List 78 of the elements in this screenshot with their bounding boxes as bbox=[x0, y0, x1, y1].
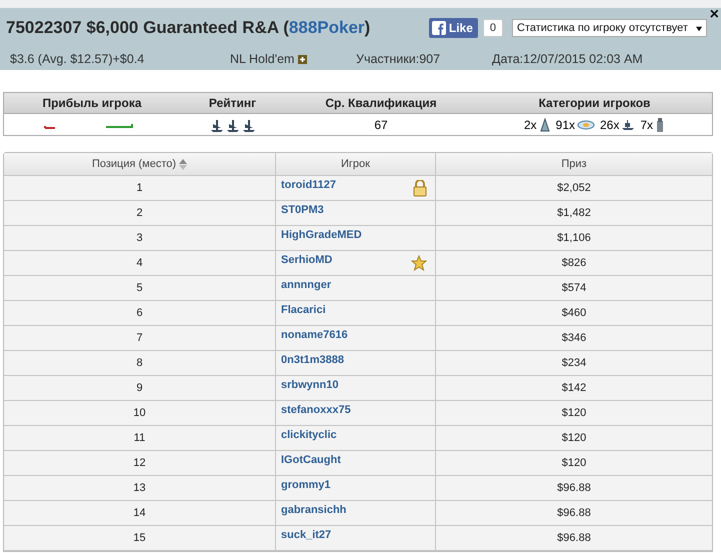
player-link[interactable]: ST0PM3 bbox=[281, 204, 324, 216]
position-cell: 9 bbox=[136, 382, 143, 394]
ship-icon bbox=[621, 118, 636, 130]
dropdown-arrow-icon bbox=[696, 25, 702, 33]
prize-cell: $120 bbox=[562, 432, 586, 444]
player-link[interactable]: toroid1127 bbox=[281, 179, 336, 191]
position-cell: 7 bbox=[136, 332, 143, 344]
date-text: Дата:12/07/2015 02:03 AM bbox=[492, 52, 644, 66]
summary-header: Ср. Квалификация bbox=[324, 96, 438, 110]
category-count: 2x bbox=[524, 118, 537, 132]
prize-cell: $142 bbox=[562, 382, 586, 394]
position-cell: 4 bbox=[136, 257, 143, 269]
position-cell: 6 bbox=[136, 307, 143, 319]
category-count: 91x bbox=[556, 118, 575, 132]
buy-in-text: $3.6 (Avg. $12.57)+$0.4 bbox=[10, 52, 146, 66]
position-cell: 13 bbox=[133, 482, 146, 494]
position-cell: 5 bbox=[136, 282, 143, 294]
lock-icon bbox=[413, 180, 427, 196]
column-header: Игрок bbox=[341, 158, 370, 170]
stats-dropdown[interactable]: Статистика по игроку отсутствует bbox=[512, 19, 707, 37]
prize-cell: $574 bbox=[562, 282, 586, 294]
participants-text: Участники:907 bbox=[356, 52, 442, 66]
column-header[interactable]: Позиция (место) bbox=[92, 158, 188, 170]
player-link[interactable]: stefanoxxx75 bbox=[281, 404, 351, 416]
qualification-value: 67 bbox=[373, 118, 389, 132]
player-link[interactable]: HighGradeMED bbox=[281, 229, 362, 241]
shark-fin-icon bbox=[538, 118, 551, 132]
rating-ships-drawing bbox=[210, 118, 256, 132]
game-type-text: NL Hold'em bbox=[230, 52, 294, 66]
player-link[interactable]: Flacarici bbox=[281, 304, 326, 316]
position-cell: 12 bbox=[133, 457, 146, 469]
player-link[interactable]: gabransichh bbox=[281, 504, 346, 516]
prize-cell: $2,052 bbox=[557, 182, 591, 194]
prize-cell: $96.88 bbox=[557, 482, 591, 494]
player-link[interactable]: clickityclic bbox=[281, 429, 337, 441]
position-cell: 2 bbox=[136, 207, 143, 219]
player-link[interactable]: grommy1 bbox=[281, 479, 331, 491]
summary-header: Прибыль игрока bbox=[41, 96, 143, 110]
position-cell: 3 bbox=[136, 232, 143, 244]
player-link[interactable]: srbwynn10 bbox=[281, 379, 338, 391]
close-button[interactable]: × bbox=[710, 6, 719, 24]
prize-cell: $96.88 bbox=[557, 507, 591, 519]
sort-icon[interactable] bbox=[179, 158, 188, 170]
prize-cell: $120 bbox=[562, 407, 586, 419]
position-cell: 15 bbox=[133, 532, 146, 544]
prize-cell: $96.88 bbox=[557, 532, 591, 544]
like-button[interactable]: Like bbox=[428, 18, 478, 38]
star-icon bbox=[411, 255, 427, 271]
summary-header: Категории игроков bbox=[538, 96, 652, 110]
player-link[interactable]: suck_it27 bbox=[281, 529, 332, 541]
prize-cell: $1,482 bbox=[557, 207, 591, 219]
category-count: 26x bbox=[600, 118, 620, 132]
fish-bowl-icon bbox=[577, 120, 595, 130]
prize-cell: $460 bbox=[562, 307, 586, 319]
column-header: Приз bbox=[561, 158, 587, 170]
player-link[interactable]: 0n3t1m3888 bbox=[281, 354, 344, 366]
position-cell: 11 bbox=[134, 432, 146, 444]
position-cell: 8 bbox=[136, 357, 143, 369]
prize-cell: $346 bbox=[562, 332, 586, 344]
category-count: 7x bbox=[640, 118, 654, 132]
like-count: 0 bbox=[482, 19, 503, 37]
plus-icon[interactable] bbox=[298, 54, 308, 64]
prize-cell: $234 bbox=[562, 357, 586, 369]
player-link[interactable]: noname7616 bbox=[281, 329, 348, 341]
player-link[interactable]: annnnger bbox=[281, 279, 332, 291]
player-link[interactable]: IGotCaught bbox=[281, 454, 341, 466]
position-cell: 1 bbox=[136, 182, 143, 194]
position-cell: 14 bbox=[133, 507, 146, 519]
facebook-icon bbox=[432, 21, 446, 35]
summary-header: Рейтинг bbox=[208, 96, 258, 110]
prize-cell: $826 bbox=[562, 257, 586, 269]
player-link[interactable]: SerhioMD bbox=[281, 254, 332, 266]
position-cell: 10 bbox=[133, 407, 146, 419]
room-link[interactable]: 888Poker bbox=[288, 18, 365, 37]
tower-icon bbox=[655, 118, 666, 132]
prize-cell: $120 bbox=[562, 457, 586, 469]
tournament-title: 75022307 $6,000 Guaranteed R&A (888Poker) bbox=[6, 18, 372, 38]
prize-cell: $1,106 bbox=[557, 232, 591, 244]
